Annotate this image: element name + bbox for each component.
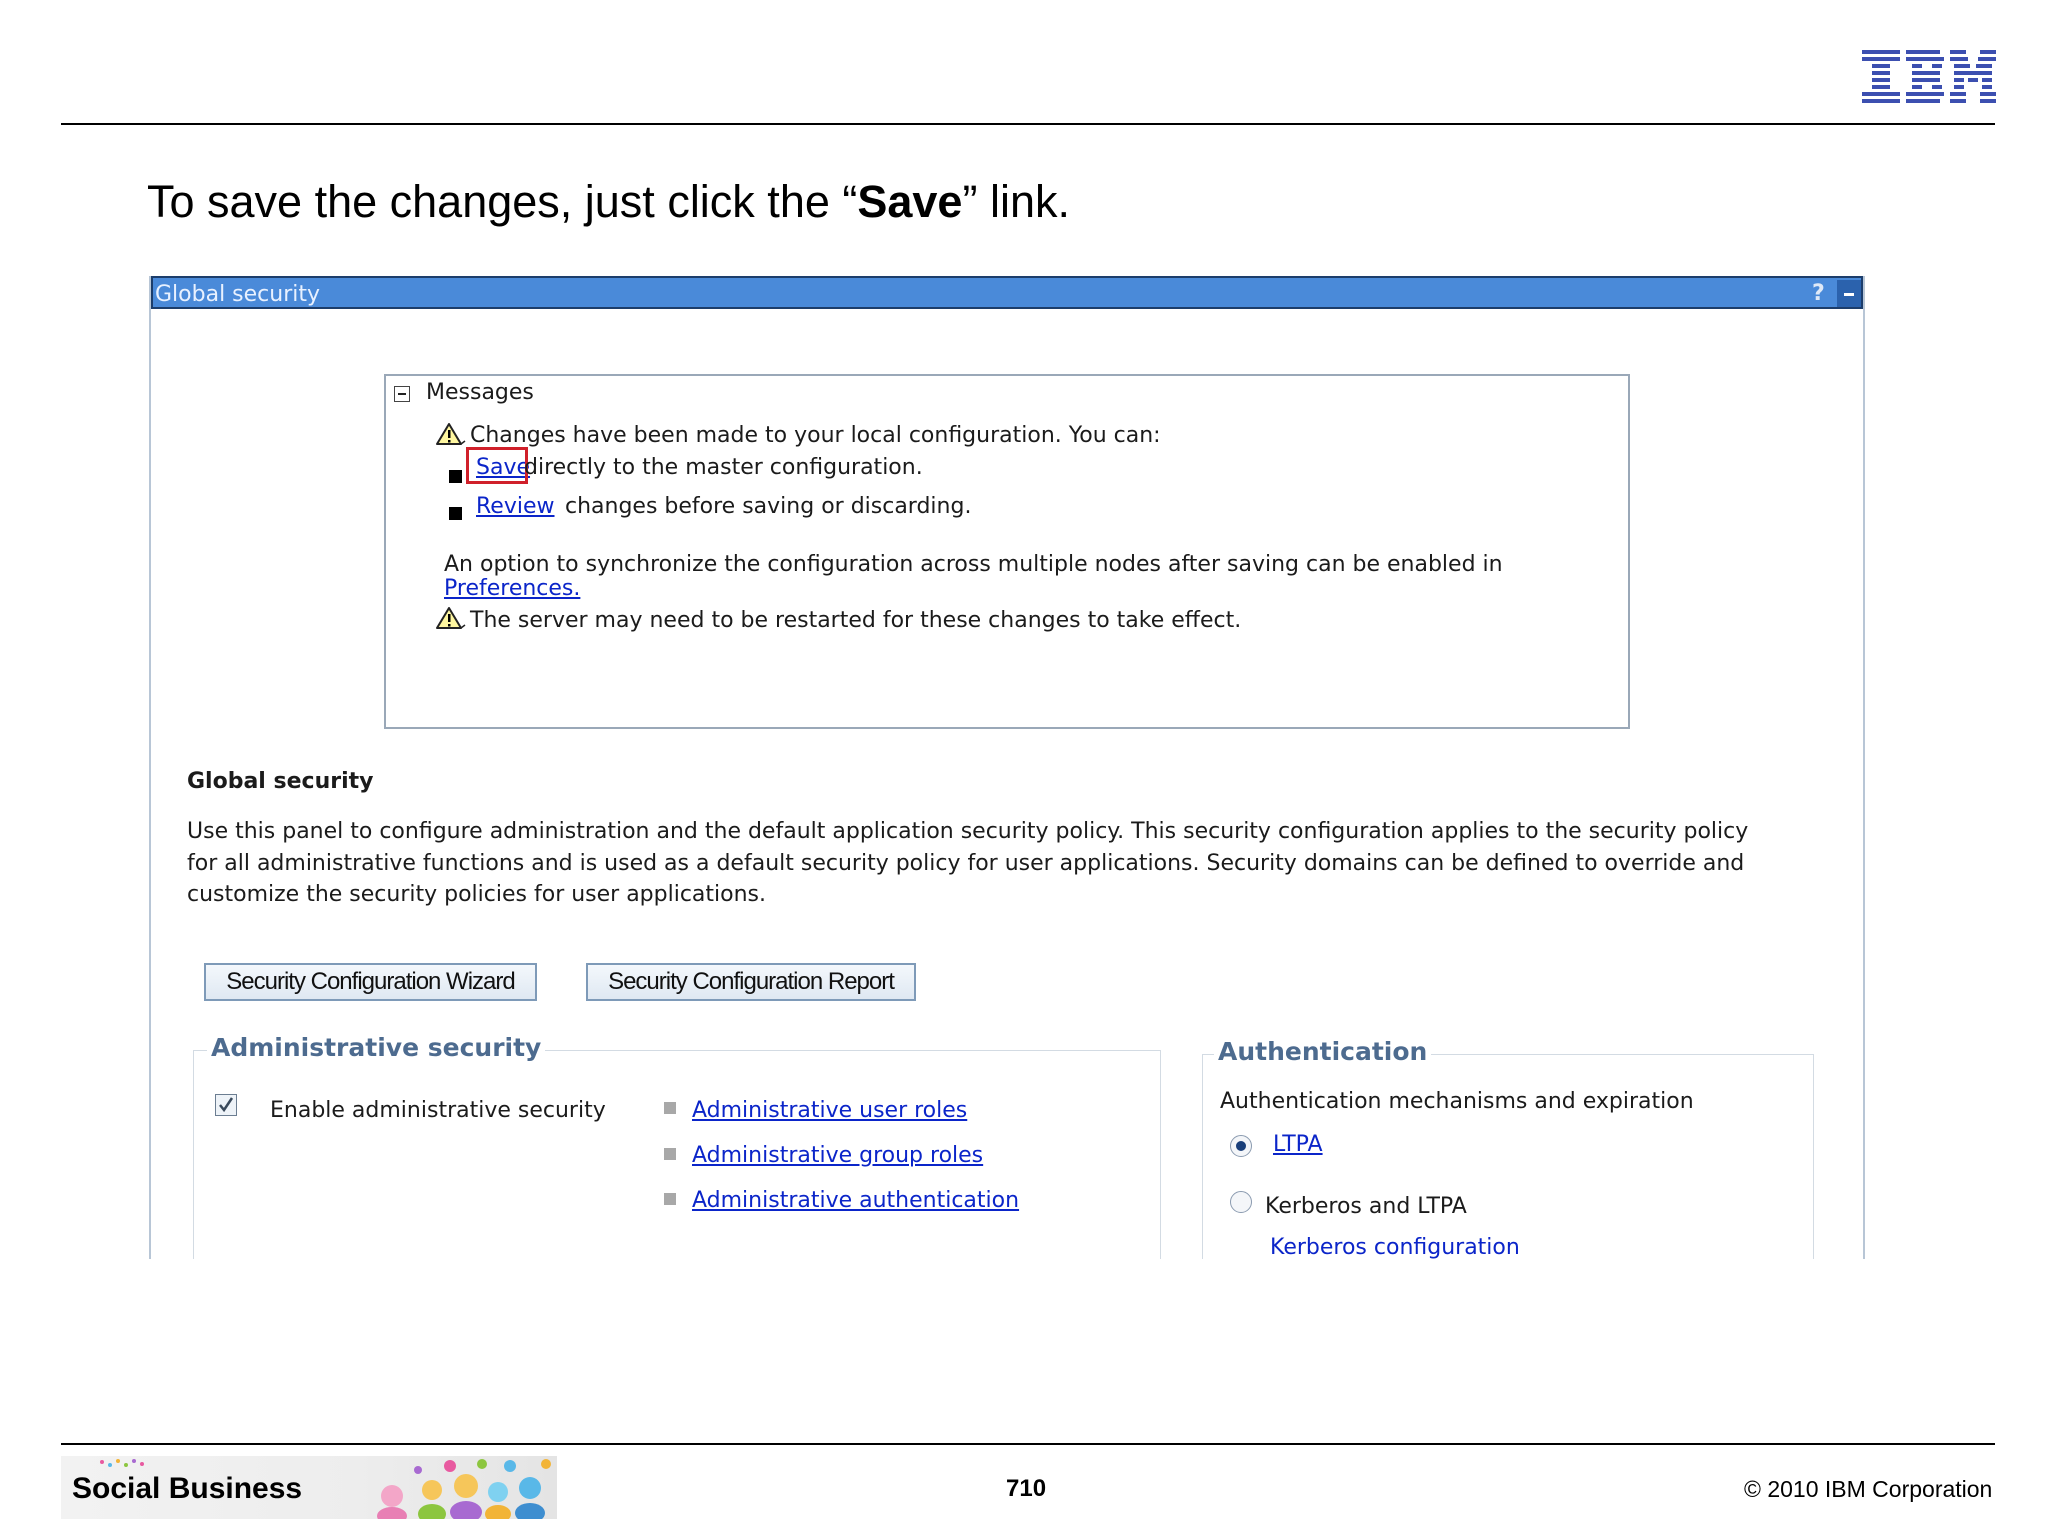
- kerberos-radio[interactable]: [1230, 1191, 1252, 1213]
- administrative-user-roles-link[interactable]: Administrative user roles: [692, 1098, 967, 1123]
- description-line: customize the security policies for user…: [187, 882, 767, 907]
- warning-icon: [436, 607, 466, 629]
- save-highlight-box: [466, 447, 528, 484]
- description-line: for all administrative functions and is …: [187, 851, 1745, 876]
- bullet-icon: [449, 470, 462, 483]
- administrative-security-fieldset: [193, 1050, 1161, 1259]
- administrative-authentication-link[interactable]: Administrative authentication: [692, 1188, 1019, 1213]
- administrative-group-roles-link[interactable]: Administrative group roles: [692, 1143, 983, 1168]
- panel-title: Global security: [155, 282, 321, 307]
- messages-box: Messages Changes have been made to your …: [384, 374, 1630, 729]
- changes-warning-text: Changes have been made to your local con…: [470, 423, 1161, 448]
- authentication-heading: Authentication: [1214, 1037, 1432, 1066]
- ltpa-radio[interactable]: [1230, 1135, 1252, 1157]
- review-link[interactable]: Review: [476, 494, 555, 519]
- ltpa-link[interactable]: LTPA: [1273, 1132, 1323, 1157]
- security-configuration-report-button[interactable]: Security Configuration Report: [586, 963, 916, 1001]
- bullet-icon: [664, 1148, 676, 1160]
- minimize-icon[interactable]: [1837, 280, 1861, 307]
- slide-heading: To save the changes, just click the “Sav…: [147, 176, 1070, 227]
- enable-administrative-security-checkbox[interactable]: [215, 1094, 237, 1116]
- collapse-icon[interactable]: [394, 386, 410, 402]
- messages-header: Messages: [426, 380, 534, 405]
- global-security-panel: Global security ? Messages Changes have …: [149, 276, 1865, 1259]
- bullet-icon: [664, 1102, 676, 1114]
- enable-administrative-security-label: Enable administrative security: [270, 1098, 606, 1123]
- preferences-link[interactable]: Preferences.: [444, 576, 580, 601]
- people-graphic: [377, 1459, 551, 1519]
- administrative-security-heading: Administrative security: [207, 1033, 546, 1062]
- section-title: Global security: [187, 769, 374, 794]
- help-icon[interactable]: ?: [1812, 281, 1825, 306]
- ibm-logo: [1862, 50, 1996, 103]
- description-line: Use this panel to configure administrati…: [187, 819, 1749, 844]
- restart-warning-text: The server may need to be restarted for …: [470, 608, 1242, 633]
- bullet-icon: [664, 1193, 676, 1205]
- bottom-rule: [61, 1443, 1995, 1445]
- bullet-icon: [449, 507, 462, 520]
- page-number: 710: [1006, 1475, 1047, 1502]
- security-configuration-wizard-button[interactable]: Security Configuration Wizard: [204, 963, 537, 1001]
- top-rule: [61, 123, 1995, 125]
- kerberos-configuration-link[interactable]: Kerberos configuration: [1270, 1235, 1520, 1259]
- confetti-graphic: [100, 1459, 144, 1467]
- review-description: changes before saving or discarding.: [565, 494, 972, 519]
- warning-icon: [436, 423, 466, 445]
- check-icon: [219, 1097, 234, 1113]
- copyright-notice: © 2010 IBM Corporation: [1744, 1476, 1993, 1502]
- sync-text: An option to synchronize the configurati…: [444, 552, 1503, 577]
- authentication-subtitle: Authentication mechanisms and expiration: [1220, 1089, 1694, 1114]
- social-business-label: Social Business: [72, 1472, 303, 1505]
- save-description: directly to the master configuration.: [524, 455, 923, 480]
- panel-titlebar: Global security ?: [151, 276, 1863, 309]
- kerberos-label: Kerberos and LTPA: [1265, 1194, 1467, 1219]
